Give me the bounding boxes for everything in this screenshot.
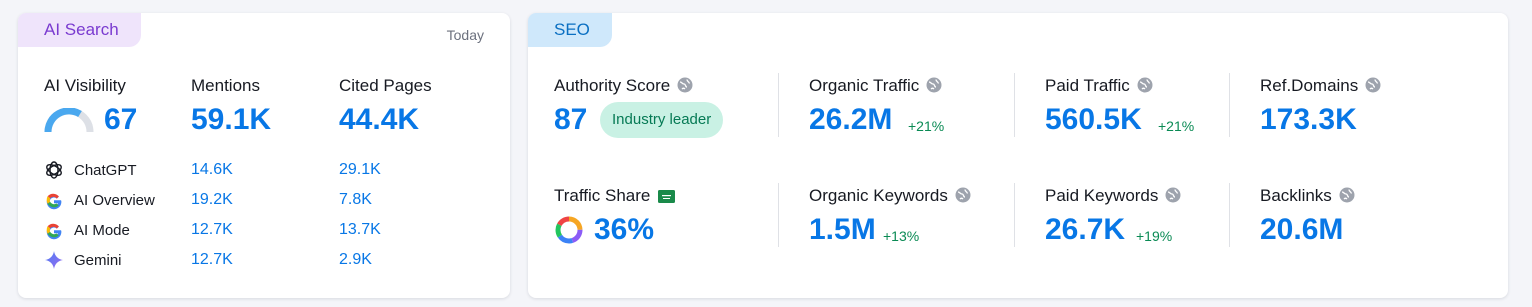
- row-cited-gemini[interactable]: 2.9K: [339, 251, 372, 269]
- ai-search-card: AI Search Today AI Visibility 67 Mention…: [18, 13, 510, 298]
- globe-icon[interactable]: [1338, 186, 1356, 204]
- google-icon: [46, 193, 62, 210]
- globe-icon[interactable]: [1136, 76, 1154, 94]
- cited-pages-value[interactable]: 44.4K: [339, 103, 419, 137]
- globe-icon[interactable]: [676, 76, 694, 94]
- organic-traffic-label-text: Organic Traffic: [809, 76, 920, 95]
- paid-traffic-label: Paid Traffic: [1045, 76, 1154, 96]
- divider: [1229, 183, 1230, 247]
- ref-domains-value[interactable]: 173.3K: [1260, 103, 1357, 137]
- divider: [1014, 183, 1015, 247]
- industry-leader-badge: Industry leader: [600, 102, 724, 138]
- paid-traffic-delta: +21%: [1158, 118, 1195, 134]
- ai-visibility-value[interactable]: 67: [104, 103, 137, 137]
- traffic-share-donut-icon: [555, 216, 583, 244]
- row-mentions-gemini[interactable]: 12.7K: [191, 251, 233, 269]
- row-name-ai-mode: AI Mode: [74, 222, 130, 239]
- globe-icon[interactable]: [1164, 186, 1182, 204]
- backlinks-label: Backlinks: [1260, 186, 1356, 206]
- seo-tag: SEO: [528, 13, 612, 47]
- traffic-share-label-text: Traffic Share: [554, 186, 651, 205]
- seo-card: SEO Authority Score 87 Industry leader T…: [528, 13, 1508, 298]
- organic-traffic-value[interactable]: 26.2M: [809, 103, 892, 137]
- traffic-share-label: Traffic Share: [554, 186, 676, 206]
- paid-traffic-value[interactable]: 560.5K: [1045, 103, 1142, 137]
- authority-score-label-text: Authority Score: [554, 76, 671, 95]
- authority-score-value[interactable]: 87: [554, 103, 587, 137]
- globe-icon[interactable]: [1364, 76, 1382, 94]
- ai-visibility-label: AI Visibility: [44, 76, 126, 95]
- divider: [778, 73, 779, 137]
- row-cited-ai-mode[interactable]: 13.7K: [339, 221, 381, 239]
- saudi-flag-icon: [658, 190, 676, 203]
- divider: [778, 183, 779, 247]
- row-name-gemini: Gemini: [74, 252, 122, 269]
- ref-domains-label: Ref.Domains: [1260, 76, 1382, 96]
- organic-keywords-label-text: Organic Keywords: [809, 186, 948, 205]
- divider: [1229, 73, 1230, 137]
- row-cited-chatgpt[interactable]: 29.1K: [339, 161, 381, 179]
- organic-keywords-value[interactable]: 1.5M: [809, 213, 876, 247]
- divider: [1014, 73, 1015, 137]
- backlinks-label-text: Backlinks: [1260, 186, 1332, 205]
- backlinks-value[interactable]: 20.6M: [1260, 213, 1343, 247]
- row-mentions-ai-mode[interactable]: 12.7K: [191, 221, 233, 239]
- row-mentions-ai-overview[interactable]: 19.2K: [191, 191, 233, 209]
- globe-icon[interactable]: [925, 76, 943, 94]
- paid-keywords-label-text: Paid Keywords: [1045, 186, 1159, 205]
- ref-domains-label-text: Ref.Domains: [1260, 76, 1359, 95]
- mentions-label: Mentions: [191, 76, 260, 95]
- paid-keywords-label: Paid Keywords: [1045, 186, 1182, 206]
- traffic-share-value[interactable]: 36%: [594, 213, 654, 247]
- row-mentions-chatgpt[interactable]: 14.6K: [191, 161, 233, 179]
- cited-pages-label: Cited Pages: [339, 76, 432, 95]
- paid-keywords-value[interactable]: 26.7K: [1045, 213, 1125, 247]
- organic-traffic-delta: +21%: [908, 118, 945, 134]
- gemini-icon: [45, 251, 63, 269]
- organic-keywords-delta: +13%: [883, 228, 920, 244]
- period-label: Today: [446, 27, 484, 43]
- authority-score-label: Authority Score: [554, 76, 694, 96]
- mentions-value[interactable]: 59.1K: [191, 103, 271, 137]
- row-name-ai-overview: AI Overview: [74, 192, 155, 209]
- google-icon: [46, 223, 62, 240]
- row-cited-ai-overview[interactable]: 7.8K: [339, 191, 372, 209]
- organic-traffic-label: Organic Traffic: [809, 76, 943, 96]
- organic-keywords-label: Organic Keywords: [809, 186, 972, 206]
- paid-keywords-delta: +19%: [1136, 228, 1173, 244]
- globe-icon[interactable]: [954, 186, 972, 204]
- paid-traffic-label-text: Paid Traffic: [1045, 76, 1130, 95]
- chatgpt-icon: [46, 161, 62, 179]
- visibility-gauge-icon: [44, 108, 94, 133]
- ai-search-tag: AI Search: [18, 13, 141, 47]
- row-name-chatgpt: ChatGPT: [74, 162, 137, 179]
